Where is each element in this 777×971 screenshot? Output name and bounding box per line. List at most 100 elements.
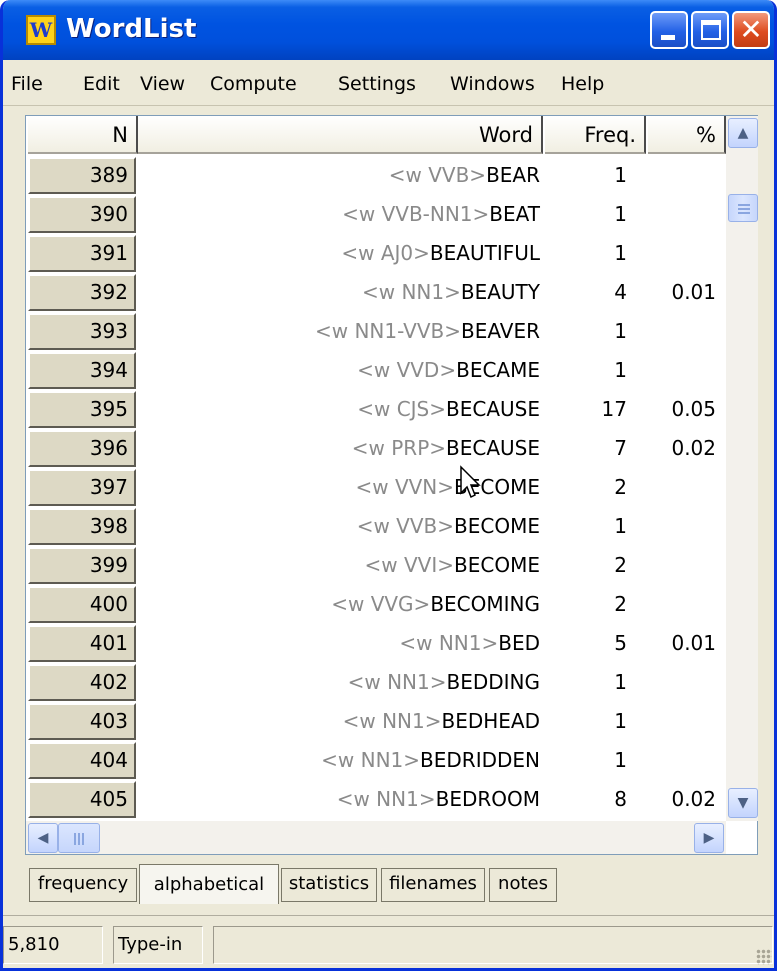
percent-cell[interactable]: 0.01	[648, 624, 716, 663]
tab-alphabetical[interactable]: alphabetical	[139, 864, 279, 904]
menu-compute[interactable]: Compute	[210, 73, 297, 95]
row-number[interactable]: 392	[28, 274, 136, 311]
row-number[interactable]: 405	[28, 781, 136, 818]
freq-cell[interactable]: 4	[545, 273, 627, 312]
word-cell[interactable]: <w NN1>BEDROOM	[138, 780, 540, 819]
menu-help[interactable]: Help	[561, 73, 604, 95]
row-number[interactable]: 391	[28, 235, 136, 272]
title-bar[interactable]: W WordList ✕	[3, 0, 774, 60]
row-number[interactable]: 398	[28, 508, 136, 545]
menu-windows[interactable]: Windows	[450, 73, 535, 95]
menu-view[interactable]: View	[140, 73, 185, 95]
table-row[interactable]: 399 <w VVI>BECOME 2	[26, 546, 726, 585]
freq-cell[interactable]: 5	[545, 624, 627, 663]
table-row[interactable]: 389 <w VVB>BEAR 1	[26, 156, 726, 195]
row-number[interactable]: 400	[28, 586, 136, 623]
row-number[interactable]: 403	[28, 703, 136, 740]
word-cell[interactable]: <w NN1>BEAUTY	[138, 273, 540, 312]
row-number[interactable]: 396	[28, 430, 136, 467]
percent-cell[interactable]	[648, 663, 716, 702]
row-number[interactable]: 395	[28, 391, 136, 428]
resize-grip-icon[interactable]	[756, 949, 772, 965]
word-cell[interactable]: <w NN1>BEDHEAD	[138, 702, 540, 741]
word-cell[interactable]: <w CJS>BECAUSE	[138, 390, 540, 429]
percent-cell[interactable]	[648, 156, 716, 195]
percent-cell[interactable]	[648, 702, 716, 741]
percent-cell[interactable]: 0.02	[648, 429, 716, 468]
word-cell[interactable]: <w AJ0>BEAUTIFUL	[138, 234, 540, 273]
freq-cell[interactable]: 1	[545, 312, 627, 351]
app-icon[interactable]: W	[26, 15, 56, 45]
percent-cell[interactable]	[648, 351, 716, 390]
table-row[interactable]: 397 <w VVN>BECOME 2	[26, 468, 726, 507]
word-cell[interactable]: <w VVB-NN1>BEAT	[138, 195, 540, 234]
table-row[interactable]: 400 <w VVG>BECOMING 2	[26, 585, 726, 624]
horizontal-scroll-thumb[interactable]	[58, 823, 100, 853]
freq-cell[interactable]: 1	[545, 507, 627, 546]
word-cell[interactable]: <w NN1>BED	[138, 624, 540, 663]
vertical-scrollbar[interactable]: ▲ ▼	[726, 116, 758, 821]
scroll-down-arrow-icon[interactable]: ▼	[728, 788, 758, 818]
percent-cell[interactable]: 0.02	[648, 780, 716, 819]
word-cell[interactable]: <w NN1>BEDRIDDEN	[138, 741, 540, 780]
table-row[interactable]: 393 <w NN1-VVB>BEAVER 1	[26, 312, 726, 351]
close-button[interactable]: ✕	[732, 11, 770, 49]
scroll-left-arrow-icon[interactable]: ◀	[28, 823, 58, 853]
row-number[interactable]: 390	[28, 196, 136, 233]
percent-cell[interactable]	[648, 507, 716, 546]
freq-cell[interactable]: 2	[545, 546, 627, 585]
row-number[interactable]: 401	[28, 625, 136, 662]
maximize-button[interactable]	[691, 11, 729, 49]
percent-cell[interactable]	[648, 195, 716, 234]
word-cell[interactable]: <w PRP>BECAUSE	[138, 429, 540, 468]
freq-cell[interactable]: 1	[545, 234, 627, 273]
freq-cell[interactable]: 1	[545, 663, 627, 702]
menu-edit[interactable]: Edit	[83, 73, 120, 95]
percent-cell[interactable]	[648, 741, 716, 780]
row-number[interactable]: 394	[28, 352, 136, 389]
row-number[interactable]: 393	[28, 313, 136, 350]
tab-filenames[interactable]: filenames	[381, 868, 485, 902]
percent-cell[interactable]	[648, 234, 716, 273]
word-cell[interactable]: <w NN1-VVB>BEAVER	[138, 312, 540, 351]
word-cell[interactable]: <w NN1>BEDDING	[138, 663, 540, 702]
minimize-button[interactable]	[650, 11, 688, 49]
table-row[interactable]: 404 <w NN1>BEDRIDDEN 1	[26, 741, 726, 780]
table-row[interactable]: 395 <w CJS>BECAUSE 17 0.05	[26, 390, 726, 429]
menu-file[interactable]: File	[11, 73, 43, 95]
percent-cell[interactable]	[648, 546, 716, 585]
freq-cell[interactable]: 1	[545, 702, 627, 741]
word-cell[interactable]: <w VVB>BEAR	[138, 156, 540, 195]
freq-cell[interactable]: 1	[545, 156, 627, 195]
table-row[interactable]: 405 <w NN1>BEDROOM 8 0.02	[26, 780, 726, 819]
table-row[interactable]: 390 <w VVB-NN1>BEAT 1	[26, 195, 726, 234]
freq-cell[interactable]: 2	[545, 468, 627, 507]
scroll-up-arrow-icon[interactable]: ▲	[728, 118, 758, 148]
word-cell[interactable]: <w VVB>BECOME	[138, 507, 540, 546]
word-cell[interactable]: <w VVG>BECOMING	[138, 585, 540, 624]
freq-cell[interactable]: 17	[545, 390, 627, 429]
percent-cell[interactable]: 0.05	[648, 390, 716, 429]
menu-settings[interactable]: Settings	[338, 73, 416, 95]
percent-cell[interactable]	[648, 468, 716, 507]
table-row[interactable]: 396 <w PRP>BECAUSE 7 0.02	[26, 429, 726, 468]
percent-cell[interactable]	[648, 585, 716, 624]
percent-cell[interactable]: 0.01	[648, 273, 716, 312]
column-header-word[interactable]: Word	[138, 116, 543, 154]
row-number[interactable]: 399	[28, 547, 136, 584]
freq-cell[interactable]: 7	[545, 429, 627, 468]
table-row[interactable]: 392 <w NN1>BEAUTY 4 0.01	[26, 273, 726, 312]
table-row[interactable]: 402 <w NN1>BEDDING 1	[26, 663, 726, 702]
percent-cell[interactable]	[648, 312, 716, 351]
vertical-scroll-thumb[interactable]	[728, 194, 758, 222]
table-row[interactable]: 401 <w NN1>BED 5 0.01	[26, 624, 726, 663]
table-row[interactable]: 391 <w AJ0>BEAUTIFUL 1	[26, 234, 726, 273]
tab-statistics[interactable]: statistics	[281, 868, 377, 902]
word-list-grid[interactable]: N Word Freq. % 389 <w VVB>BEAR 1 390 <w VVB-…	[25, 115, 758, 855]
tab-frequency[interactable]: frequency	[29, 868, 137, 902]
freq-cell[interactable]: 1	[545, 741, 627, 780]
freq-cell[interactable]: 2	[545, 585, 627, 624]
column-header-freq[interactable]: Freq.	[545, 116, 646, 154]
row-number[interactable]: 389	[28, 157, 136, 194]
word-cell[interactable]: <w VVD>BECAME	[138, 351, 540, 390]
